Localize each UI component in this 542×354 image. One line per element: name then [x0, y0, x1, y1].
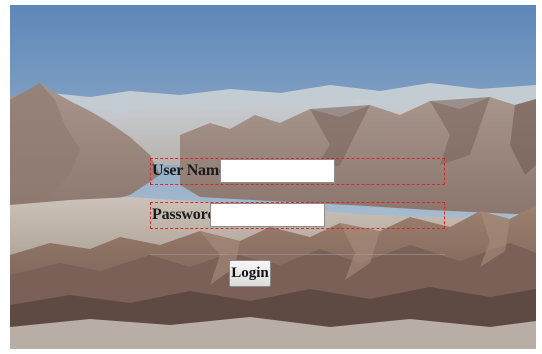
password-row: Password	[150, 202, 445, 229]
password-input[interactable]	[210, 203, 325, 227]
form-divider	[150, 254, 445, 255]
username-label: User Name	[152, 162, 226, 179]
password-label: Password	[152, 206, 217, 223]
username-row: User Name	[150, 158, 445, 185]
username-input[interactable]	[220, 159, 335, 183]
login-button[interactable]: Login	[229, 260, 271, 287]
